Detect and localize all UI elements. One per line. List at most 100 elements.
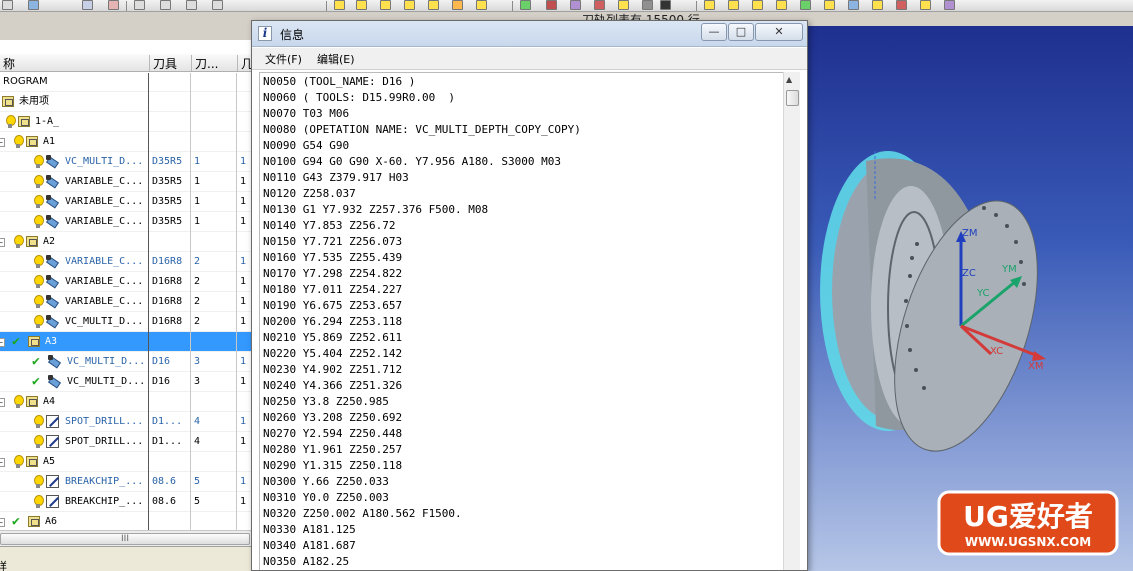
toolbar-icon[interactable] bbox=[2, 0, 13, 10]
toolbar-icon[interactable] bbox=[82, 0, 93, 10]
column-header-tool-number[interactable]: 刀... bbox=[191, 55, 237, 71]
toolbar-icon[interactable] bbox=[660, 0, 671, 10]
maximize-button[interactable]: □ bbox=[728, 23, 754, 41]
toolbar-icon[interactable] bbox=[546, 0, 557, 10]
toolbar-icon[interactable] bbox=[704, 0, 715, 10]
tree-row[interactable]: SPOT_DRILL... D1... 4 1 bbox=[0, 432, 251, 452]
milling-operation-icon bbox=[48, 355, 61, 368]
toolbar-icon[interactable] bbox=[896, 0, 907, 10]
tree-row[interactable]: VARIABLE_C... D35R5 1 1 bbox=[0, 212, 251, 232]
nc-code-line: N0220 Y5.404 Z252.142 bbox=[263, 347, 403, 360]
status-lightbulb-icon bbox=[34, 155, 44, 169]
operation-name: 1-A_ bbox=[35, 116, 60, 127]
toolbar-icon[interactable] bbox=[428, 0, 439, 10]
info-text-area[interactable]: N0050 (TOOL_NAME: D16 ) N0060 ( TOOLS: D1… bbox=[259, 72, 783, 570]
scroll-up-arrow-icon[interactable]: ▲ bbox=[786, 75, 792, 84]
toolbar-icon[interactable] bbox=[618, 0, 629, 10]
tree-row[interactable]: BREAKCHIP_... 08.6 5 1 bbox=[0, 472, 251, 492]
program-group-icon bbox=[18, 116, 30, 127]
column-header-name[interactable]: 称 bbox=[0, 55, 148, 71]
tree-row[interactable]: VC_MULTI_D... D16R8 2 1 bbox=[0, 312, 251, 332]
collapse-toggle-icon[interactable]: − bbox=[0, 138, 5, 147]
info-window-titlebar[interactable]: i 信息 — □ ✕ bbox=[252, 21, 807, 47]
tree-row[interactable]: −✔ A6 bbox=[0, 512, 251, 532]
status-lightbulb-icon bbox=[34, 175, 44, 189]
tree-row[interactable]: ROGRAM bbox=[0, 72, 251, 92]
tool-number-cell: 1 bbox=[194, 216, 201, 227]
tree-row[interactable]: SPOT_DRILL... D1... 4 1 bbox=[0, 412, 251, 432]
tree-row[interactable]: VARIABLE_C... D16R8 2 1 bbox=[0, 272, 251, 292]
toolbar-icon[interactable] bbox=[356, 0, 367, 10]
navigator-horizontal-scrollbar[interactable]: III bbox=[0, 530, 251, 546]
tree-row[interactable]: BREAKCHIP_... 08.6 5 1 bbox=[0, 492, 251, 512]
toolbar-icon[interactable] bbox=[594, 0, 605, 10]
menu-edit[interactable]: 编辑(E) bbox=[315, 51, 357, 67]
info-vertical-scrollbar[interactable]: ▲ bbox=[783, 72, 800, 570]
tree-row[interactable]: − A5 bbox=[0, 452, 251, 472]
toolbar-icon[interactable] bbox=[452, 0, 463, 10]
tree-row[interactable]: ✔ VC_MULTI_D... D16 3 1 bbox=[0, 352, 251, 372]
tool-cell: D16 bbox=[152, 376, 171, 387]
tree-row[interactable]: 未用项 bbox=[0, 92, 251, 112]
nc-code-line: N0120 Z258.037 bbox=[263, 187, 356, 200]
collapse-toggle-icon[interactable]: − bbox=[0, 458, 5, 467]
collapse-toggle-icon[interactable]: − bbox=[0, 238, 5, 247]
close-button[interactable]: ✕ bbox=[755, 23, 803, 41]
nc-code-line: N0260 Y3.208 Z250.692 bbox=[263, 411, 403, 424]
tree-row[interactable]: VARIABLE_C... D35R5 1 1 bbox=[0, 172, 251, 192]
toolbar-icon[interactable] bbox=[134, 0, 145, 10]
tree-row[interactable]: −✔ A3 bbox=[0, 332, 251, 352]
milling-operation-icon bbox=[46, 155, 59, 168]
tool-number-cell: 2 bbox=[194, 276, 201, 287]
status-lightbulb-icon bbox=[34, 415, 44, 429]
minimize-button[interactable]: — bbox=[701, 23, 727, 41]
tree-row[interactable]: VC_MULTI_D... D35R5 1 1 bbox=[0, 152, 251, 172]
operation-name: VC_MULTI_D... bbox=[65, 316, 144, 327]
toolbar-icon[interactable] bbox=[728, 0, 739, 10]
toolbar-icon[interactable] bbox=[476, 0, 487, 10]
tree-row[interactable]: VARIABLE_C... D16R8 2 1 bbox=[0, 252, 251, 272]
status-lightbulb-icon bbox=[14, 235, 24, 249]
nc-code-line: N0130 G1 Y7.932 Z257.376 F500. M08 bbox=[263, 203, 489, 216]
tree-row[interactable]: − A1 bbox=[0, 132, 251, 152]
toolbar-icon[interactable] bbox=[108, 0, 119, 10]
collapse-toggle-icon[interactable]: − bbox=[0, 338, 5, 347]
navigator-bottom-panel: 详 bbox=[0, 546, 251, 571]
toolbar-icon[interactable] bbox=[872, 0, 883, 10]
tree-row[interactable]: 1-A_ bbox=[0, 112, 251, 132]
milling-operation-icon bbox=[46, 175, 59, 188]
toolbar-icon[interactable] bbox=[824, 0, 835, 10]
nc-code-line: N0090 G54 G90 bbox=[263, 139, 350, 152]
tree-row[interactable]: VARIABLE_C... D35R5 1 1 bbox=[0, 192, 251, 212]
toolbar-icon[interactable] bbox=[380, 0, 391, 10]
column-header-geometry[interactable]: 几 bbox=[237, 55, 251, 71]
tool-cell bbox=[152, 132, 190, 152]
collapse-toggle-icon[interactable]: − bbox=[0, 398, 5, 407]
toolbar-icon[interactable] bbox=[520, 0, 531, 10]
toolbar-icon[interactable] bbox=[642, 0, 653, 10]
tree-row[interactable]: VARIABLE_C... D16R8 2 1 bbox=[0, 292, 251, 312]
tree-row[interactable]: ✔ VC_MULTI_D... D16 3 1 bbox=[0, 372, 251, 392]
toolbar-icon[interactable] bbox=[752, 0, 763, 10]
toolbar-icon[interactable] bbox=[570, 0, 581, 10]
menu-file[interactable]: 文件(F) bbox=[263, 51, 304, 67]
toolbar-icon[interactable] bbox=[334, 0, 345, 10]
toolbar-icon[interactable] bbox=[848, 0, 859, 10]
toolbar-icon[interactable] bbox=[160, 0, 171, 10]
toolbar-icon[interactable] bbox=[776, 0, 787, 10]
toolbar-icon[interactable] bbox=[212, 0, 223, 10]
toolbar-icon[interactable] bbox=[800, 0, 811, 10]
scrollbar-thumb[interactable]: III bbox=[0, 533, 250, 545]
collapse-toggle-icon[interactable]: − bbox=[0, 518, 5, 527]
tree-row[interactable]: − A2 bbox=[0, 232, 251, 252]
toolbar-icon[interactable] bbox=[920, 0, 931, 10]
column-header-tool[interactable]: 刀具 bbox=[149, 55, 191, 71]
toolbar-icon[interactable] bbox=[28, 0, 39, 10]
scrollbar-thumb[interactable] bbox=[786, 90, 799, 106]
toolbar-icon[interactable] bbox=[404, 0, 415, 10]
toolbar-icon[interactable] bbox=[944, 0, 955, 10]
details-panel-label[interactable]: 详 bbox=[0, 558, 7, 571]
toolbar-icon[interactable] bbox=[186, 0, 197, 10]
nc-code-line: N0060 ( TOOLS: D15.99R0.00 ) bbox=[263, 91, 456, 104]
tree-row[interactable]: − A4 bbox=[0, 392, 251, 412]
